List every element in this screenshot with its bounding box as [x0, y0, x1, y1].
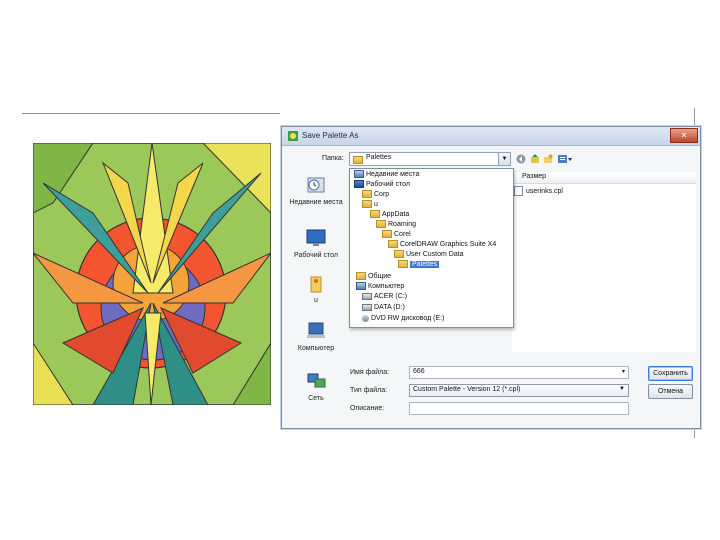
dropdown-item-label: u [374, 201, 378, 208]
dropdown-item[interactable]: Компьютер [356, 282, 404, 292]
description-input[interactable] [409, 402, 629, 415]
dropdown-item[interactable]: User Custom Data [394, 250, 464, 260]
desktop-icon [354, 180, 364, 189]
dropdown-item-label: CorelDRAW Graphics Suite X4 [400, 241, 497, 248]
save-palette-dialog: Save Palette As ✕ Папка: Palettes ▼ Неда… [281, 126, 701, 429]
chevron-down-icon[interactable]: ▼ [498, 153, 510, 165]
place-recent[interactable]: Недавние места [287, 175, 345, 207]
dropdown-item[interactable]: Недавние места [354, 170, 419, 180]
folder-dropdown-list[interactable]: Недавние места Рабочий стол Corp u AppDa… [349, 168, 514, 328]
dropdown-item[interactable]: Roaming [376, 220, 416, 230]
dropdown-item-label: DATA (D:) [374, 304, 405, 311]
dvd-drive-icon [362, 314, 369, 322]
dropdown-item[interactable]: AppData [370, 210, 409, 220]
dropdown-item-label: Corp [374, 191, 390, 198]
filename-value: 666 [413, 368, 425, 375]
new-folder-icon[interactable] [543, 154, 553, 164]
dropdown-item-label: Общие [368, 273, 392, 280]
description-label: Описание: [350, 405, 385, 412]
divider-line [22, 113, 280, 114]
title-bar[interactable]: Save Palette As ✕ [282, 127, 700, 146]
stained-glass-artwork [33, 143, 271, 405]
dropdown-item-selected[interactable]: Palettes [398, 260, 440, 270]
dropdown-item[interactable]: DATA (D:) [362, 303, 405, 313]
dropdown-item-label: Компьютер [368, 283, 405, 290]
dropdown-item-label: DVD RW дисковод (E:) [371, 315, 445, 322]
cancel-button[interactable]: Отмена [648, 384, 693, 399]
folder-icon [394, 250, 404, 259]
filetype-label: Тип файла: [350, 387, 388, 394]
dropdown-item-label: ACER (C:) [374, 293, 408, 300]
dropdown-item-label: Рабочий стол [366, 181, 410, 188]
close-button[interactable]: ✕ [670, 128, 698, 143]
place-label: Рабочий стол [294, 252, 338, 259]
user-folder-icon [362, 200, 372, 209]
folder-icon [382, 230, 392, 239]
dropdown-item[interactable]: Corp [362, 190, 389, 200]
dialog-title: Save Palette As [302, 131, 359, 140]
place-label: Компьютер [297, 345, 335, 352]
folder-icon [362, 190, 372, 199]
folder-icon [353, 156, 363, 164]
folder-label: Папка: [322, 155, 344, 162]
app-icon [288, 131, 298, 141]
desktop-icon [306, 229, 326, 246]
file-name: userinks.cpl [526, 187, 563, 195]
filetype-value: Custom Palette - Version 12 (*.cpl) [413, 386, 521, 393]
dropdown-item[interactable]: ACER (C:) [362, 292, 407, 302]
place-label: u [314, 297, 318, 304]
folder-icon [398, 260, 408, 269]
dropdown-item-label: User Custom Data [406, 251, 464, 258]
dropdown-item[interactable]: Общие [356, 272, 391, 282]
chevron-down-icon[interactable]: ▼ [619, 386, 625, 392]
drive-icon [362, 303, 372, 311]
save-button[interactable]: Сохранить [648, 366, 693, 381]
places-bar: Недавние места Рабочий стол u Компьютер … [287, 171, 345, 403]
folder-icon [356, 272, 366, 281]
folder-icon [388, 240, 398, 249]
recent-places-icon [307, 177, 325, 193]
folder-value: Palettes [366, 154, 392, 161]
filetype-select[interactable]: Custom Palette - Version 12 (*.cpl) ▼ [409, 384, 629, 397]
dropdown-item-label: Roaming [388, 221, 417, 228]
place-network[interactable]: Сеть [287, 371, 345, 403]
folder-icon [376, 220, 386, 229]
column-header-label: Размер [522, 173, 547, 180]
place-user[interactable]: u [287, 273, 345, 305]
place-label: Сеть [308, 395, 324, 402]
dropdown-item[interactable]: Corel [382, 230, 411, 240]
dropdown-item-label: Palettes [410, 261, 440, 268]
recent-places-icon [354, 170, 364, 179]
filename-label: Имя файла: [350, 369, 390, 376]
dropdown-item-label: Недавние места [366, 171, 420, 178]
place-computer[interactable]: Компьютер [287, 321, 345, 353]
computer-icon [356, 282, 366, 291]
back-icon[interactable] [516, 154, 526, 164]
place-label: Недавние места [289, 199, 343, 206]
drive-icon [362, 292, 372, 300]
file-icon [514, 186, 523, 196]
dropdown-item[interactable]: DVD RW дисковод (E:) [362, 314, 444, 324]
dropdown-item[interactable]: Рабочий стол [354, 180, 410, 190]
file-item[interactable]: userinks.cpl [514, 186, 563, 196]
computer-icon [307, 322, 325, 338]
up-folder-icon[interactable] [530, 154, 540, 164]
dropdown-item-label: Corel [394, 231, 411, 238]
network-icon [307, 373, 326, 388]
view-menu-icon[interactable] [558, 154, 572, 164]
folder-icon [370, 210, 380, 219]
user-folder-icon [310, 276, 322, 293]
chevron-down-icon[interactable]: ▾ [622, 368, 625, 375]
dropdown-item[interactable]: CorelDRAW Graphics Suite X4 [388, 240, 496, 250]
dropdown-item[interactable]: u [362, 200, 378, 210]
place-desktop[interactable]: Рабочий стол [287, 228, 345, 260]
column-header-size[interactable]: Размер [512, 172, 696, 184]
dropdown-item-label: AppData [382, 211, 410, 218]
filename-input[interactable]: 666 ▾ [409, 366, 629, 379]
folder-combo[interactable]: Palettes ▼ [349, 152, 511, 166]
file-list[interactable]: Размер userinks.cpl [512, 172, 696, 352]
